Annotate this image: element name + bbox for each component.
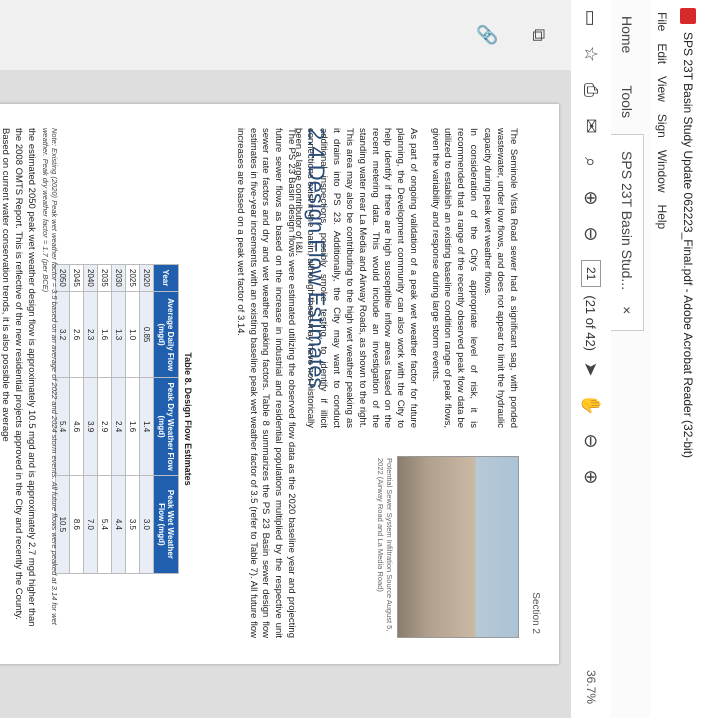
email-icon[interactable]: ✉ (575, 108, 607, 144)
table-row: 2045 2.6 4.6 8.6 (69, 264, 84, 574)
table-cell: 1.0 (125, 291, 140, 378)
table-row: 2025 1.0 1.6 3.5 (125, 264, 140, 574)
next-page-icon[interactable]: ⊖ (575, 216, 607, 252)
section-heading: 2.4 Design Flow Estimates (304, 128, 329, 389)
table-header: Peak Wet Weather Flow (mgd) (153, 475, 179, 574)
standing-water-photo (397, 456, 519, 638)
table-cell: 0.85 (139, 291, 154, 378)
menu-view[interactable]: View (655, 76, 669, 102)
table-header: Average Daily Flow (mgd) (153, 291, 179, 378)
table-note: Note: Existing (2020) Peak wet weather f… (41, 128, 59, 625)
bullet-paragraph: The Seminole Vista Road sewer had a sign… (482, 128, 519, 428)
menu-bar: File Edit View Sign Window Help (651, 0, 673, 718)
table-cell: 2.6 (69, 291, 84, 378)
zoom-out-icon[interactable]: ⊖ (575, 423, 607, 459)
table-row: 2040 2.3 3.9 7.0 (83, 264, 98, 574)
photo-caption: Potential Sewer System Infiltration Sour… (376, 458, 394, 632)
tab-home[interactable]: Home (611, 0, 643, 69)
table-cell: 2025 (125, 264, 140, 292)
hand-tool-icon[interactable]: ✋ (575, 387, 607, 423)
search-icon[interactable]: ⌕ (575, 144, 607, 180)
table-cell: 8.6 (69, 475, 84, 574)
table-row: 2030 1.3 2.4 4.4 (111, 264, 126, 574)
menu-sign[interactable]: Sign (655, 114, 669, 138)
attachment-icon[interactable]: 🔗 (467, 15, 507, 55)
page-navigator: 21 (21 of 42) (581, 260, 601, 351)
table-cell: 2035 (97, 264, 112, 292)
create-pdf-icon[interactable]: ▭ (575, 0, 607, 36)
page-number-input[interactable]: 21 (581, 260, 601, 288)
toolbar: ▭ ☆ ⎙ ✉ ⌕ ⊕ ⊖ 21 (21 of 42) ➤ ✋ ⊖ ⊕ 36.7… (570, 0, 611, 718)
page-count: (21 of 42) (583, 295, 599, 352)
tab-tools[interactable]: Tools (611, 69, 643, 134)
window-title: SPS 23T Basin Study Update 062223_Final.… (681, 32, 695, 459)
table-cell: 2045 (69, 264, 84, 292)
document-tab-label: SPS 23T Basin Stud... (619, 151, 635, 291)
left-sidebar: ⧉ 🔗 (0, 0, 571, 71)
table-cell: 2020 (139, 264, 154, 292)
menu-file[interactable]: File (655, 12, 669, 31)
table-title: Table 8. Design Flow Estimates (183, 352, 193, 486)
table-cell: 1.6 (97, 291, 112, 378)
table-cell: 2030 (111, 264, 126, 292)
table-cell: 4.4 (111, 475, 126, 574)
document-viewport: Section 2 The Seminole Vista Road sewer … (0, 70, 571, 718)
table-header: Year (153, 264, 179, 292)
table-cell: 2.3 (83, 291, 98, 378)
tab-bar: Home Tools SPS 23T Basin Stud... × (610, 0, 651, 718)
menu-edit[interactable]: Edit (655, 43, 669, 64)
menu-window[interactable]: Window (655, 150, 669, 193)
table-cell: 2040 (83, 264, 98, 292)
section-label: Section 2 (530, 592, 541, 634)
pages-thumbnails-icon[interactable]: ⧉ (519, 15, 559, 55)
paragraph-risk: In consideration of the City's appropria… (429, 128, 479, 428)
table-cell: 1.3 (111, 291, 126, 378)
table-cell: 3.9 (83, 377, 98, 476)
zoom-in-icon[interactable]: ⊕ (575, 459, 607, 495)
select-cursor-icon[interactable]: ➤ (575, 351, 607, 387)
menu-help[interactable]: Help (655, 205, 669, 230)
table-cell: 1.4 (139, 377, 154, 476)
previous-page-icon[interactable]: ⊕ (575, 180, 607, 216)
zoom-level[interactable]: 36.7% (584, 670, 598, 704)
close-tab-icon[interactable]: × (619, 306, 635, 314)
design-flow-table: Year Average Daily Flow (mgd) Peak Dry W… (55, 264, 179, 574)
acrobat-app-icon (680, 8, 696, 24)
table-row: 2035 1.6 2.9 5.4 (97, 264, 112, 574)
table-cell: 3.5 (125, 475, 140, 574)
print-icon[interactable]: ⎙ (575, 72, 607, 108)
bookmark-star-icon[interactable]: ☆ (575, 36, 607, 72)
table-row: 2020 0.85 1.4 3.0 (139, 264, 154, 574)
table-cell: 3.0 (139, 475, 154, 574)
table-cell: 2.4 (111, 377, 126, 476)
table-cell: 2.9 (97, 377, 112, 476)
table-cell: 4.6 (69, 377, 84, 476)
tab-document[interactable]: SPS 23T Basin Stud... × (611, 134, 644, 332)
table-cell: 5.4 (97, 475, 112, 574)
paragraph-2050-flow: the estimated 2050 peak wet weather desi… (0, 128, 37, 627)
table-header: Peak Dry Weather Flow (mgd) (153, 377, 179, 476)
acrobat-window: SPS 23T Basin Study Update 062223_Final.… (0, 0, 703, 718)
table-cell: 1.6 (125, 377, 140, 476)
pdf-page: Section 2 The Seminole Vista Road sewer … (0, 104, 559, 664)
table-cell: 7.0 (83, 475, 98, 574)
title-bar: SPS 23T Basin Study Update 062223_Final.… (672, 0, 703, 718)
paragraph-design-flows: The PS 23 Basin design flows were estima… (234, 128, 297, 638)
